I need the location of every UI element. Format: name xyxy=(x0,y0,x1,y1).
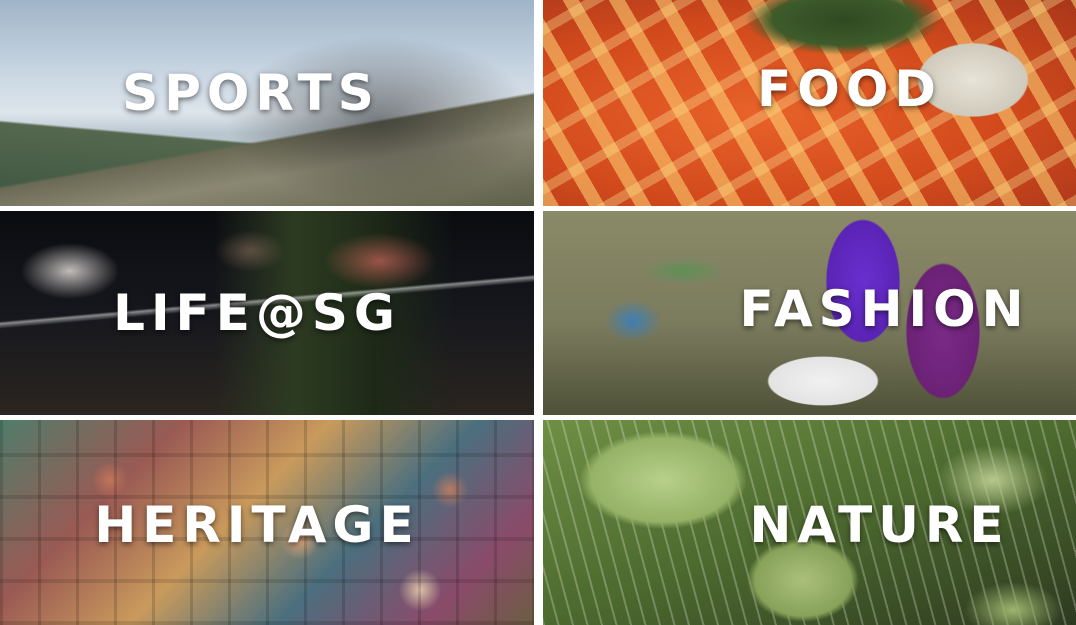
category-grid: SPORTS FOOD LIFE@SG FASHION HERITAGE NAT… xyxy=(0,0,1076,625)
tile-fashion[interactable]: FASHION xyxy=(543,211,1076,415)
tile-label-fashion: FASHION xyxy=(739,280,1030,338)
tile-nature[interactable]: NATURE xyxy=(543,420,1076,625)
tile-heritage[interactable]: HERITAGE xyxy=(0,420,534,625)
tile-sports[interactable]: SPORTS xyxy=(0,0,534,206)
tile-label-food: FOOD xyxy=(757,60,942,118)
tile-label-heritage: HERITAGE xyxy=(94,495,420,554)
tile-label-sports: SPORTS xyxy=(122,64,380,122)
tile-food[interactable]: FOOD xyxy=(543,0,1076,206)
tile-label-life-at-sg: LIFE@SG xyxy=(113,284,401,342)
tile-label-nature: NATURE xyxy=(749,495,1010,554)
tile-life-at-sg[interactable]: LIFE@SG xyxy=(0,211,534,415)
